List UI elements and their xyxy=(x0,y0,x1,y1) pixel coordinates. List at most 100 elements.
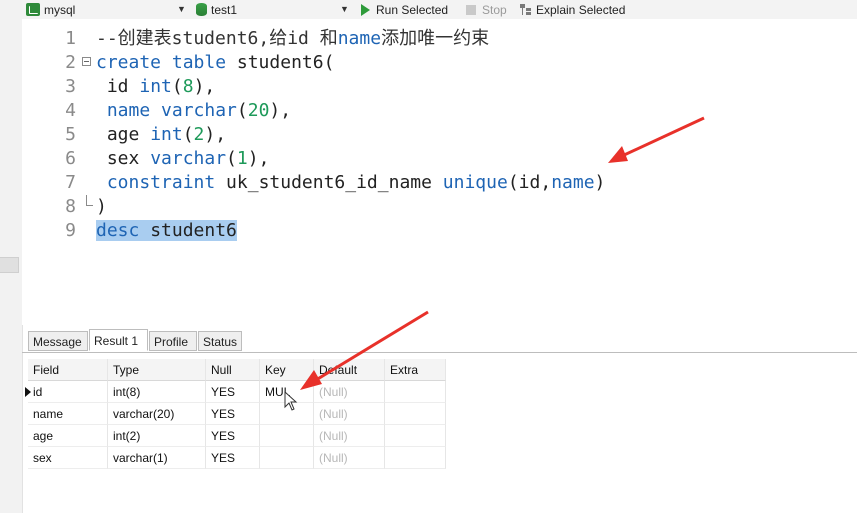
code-text: create table student6( xyxy=(96,51,334,75)
code-text: age int(2), xyxy=(96,123,226,147)
connection-icon xyxy=(26,3,40,16)
code-text: name varchar(20), xyxy=(96,99,291,123)
chevron-down-icon[interactable]: ▼ xyxy=(177,4,186,14)
code-token: name xyxy=(551,172,595,193)
table-cell[interactable] xyxy=(385,403,446,425)
fold-end-marker xyxy=(86,195,93,206)
code-token: sex xyxy=(96,148,151,169)
code-token: name varchar xyxy=(96,100,237,121)
table-cell[interactable]: YES xyxy=(206,381,260,403)
table-cell[interactable]: varchar(1) xyxy=(108,447,206,469)
annotation-arrow xyxy=(300,310,429,390)
table-cell[interactable]: YES xyxy=(206,403,260,425)
code-token: desc xyxy=(96,220,140,241)
column-header[interactable]: Null xyxy=(206,359,260,381)
code-token: int xyxy=(139,76,172,97)
code-token: id xyxy=(96,76,140,97)
sql-editor[interactable]: 1 --创建表student6,给id 和name添加唯一约束 2 create ta… xyxy=(22,19,857,325)
run-selected-button[interactable]: Run Selected xyxy=(361,1,448,18)
code-text: id int(8), xyxy=(96,75,215,99)
fold-toggle-icon[interactable] xyxy=(82,57,91,66)
table-cell[interactable]: age xyxy=(28,425,108,447)
line-number: 3 xyxy=(65,76,76,97)
code-token: --创建表student6,给id 和 xyxy=(96,28,338,49)
table-cell[interactable]: varchar(20) xyxy=(108,403,206,425)
table-cell[interactable] xyxy=(260,447,314,469)
tab-message[interactable]: Message xyxy=(28,331,88,351)
tab-result-1[interactable]: Result 1 xyxy=(89,329,148,351)
explain-selected-button[interactable]: Explain Selected xyxy=(520,1,625,18)
code-text: desc student6 xyxy=(96,219,237,243)
panel-splitter-handle[interactable] xyxy=(0,257,19,273)
table-cell[interactable]: sex xyxy=(28,447,108,469)
column-header[interactable]: Field xyxy=(28,359,108,381)
code-token: constraint xyxy=(96,172,216,193)
table-cell[interactable]: id xyxy=(28,381,108,403)
line-number: 7 xyxy=(65,172,76,193)
code-token: student6( xyxy=(226,52,335,73)
mouse-cursor-icon xyxy=(284,391,298,411)
table-cell[interactable]: (Null) xyxy=(314,425,385,447)
code-token: student6 xyxy=(139,220,237,241)
column-header[interactable]: Type xyxy=(108,359,206,381)
code-token: 8 xyxy=(182,76,194,97)
run-selected-label: Run Selected xyxy=(376,2,449,17)
tab-profile[interactable]: Profile xyxy=(149,331,197,351)
stop-icon xyxy=(466,4,476,15)
code-token: ), xyxy=(193,76,216,97)
chevron-down-icon[interactable]: ▼ xyxy=(340,4,349,14)
code-token: age xyxy=(96,124,151,145)
line-number: 1 xyxy=(65,28,76,49)
code-token: varchar xyxy=(150,148,227,169)
code-token: (id, xyxy=(507,172,552,193)
code-token: 20 xyxy=(247,100,270,121)
code-token: ( xyxy=(226,148,237,169)
code-token: uk_student6_id_name xyxy=(215,172,443,193)
connection-label: mysql xyxy=(44,2,76,17)
database-select[interactable]: test1 xyxy=(196,1,237,18)
code-token: ( xyxy=(182,124,194,145)
stop-label: Stop xyxy=(482,2,507,17)
table-cell[interactable]: YES xyxy=(206,447,260,469)
connection-select[interactable]: mysql xyxy=(26,1,75,18)
table-cell[interactable]: name xyxy=(28,403,108,425)
code-token: int xyxy=(150,124,183,145)
table-cell[interactable] xyxy=(260,425,314,447)
table-cell[interactable]: int(2) xyxy=(108,425,206,447)
code-token: ) xyxy=(96,196,107,217)
code-token: ) xyxy=(594,172,606,193)
code-token: ), xyxy=(269,100,292,121)
code-token: 2 xyxy=(193,124,205,145)
table-cell[interactable]: YES xyxy=(206,425,260,447)
code-text: sex varchar(1), xyxy=(96,147,270,171)
table-cell[interactable]: (Null) xyxy=(314,447,385,469)
annotation-arrow xyxy=(608,116,705,163)
line-number: 2 xyxy=(65,52,76,73)
line-number: 5 xyxy=(65,124,76,145)
tab-divider xyxy=(22,352,857,353)
database-label: test1 xyxy=(211,2,238,17)
code-token: name xyxy=(337,28,382,49)
table-cell[interactable] xyxy=(385,447,446,469)
code-text: constraint uk_student6_id_name unique(id… xyxy=(96,171,606,195)
current-row-pointer-icon xyxy=(25,387,31,397)
tab-status[interactable]: Status xyxy=(198,331,242,351)
code-text: --创建表student6,给id 和name添加唯一约束 xyxy=(96,27,489,51)
line-number: 8 xyxy=(65,196,76,217)
code-token: ( xyxy=(236,100,248,121)
table-cell[interactable] xyxy=(385,425,446,447)
code-token: ( xyxy=(171,76,183,97)
table-cell[interactable]: int(8) xyxy=(108,381,206,403)
code-token: ), xyxy=(204,124,227,145)
stop-button[interactable]: Stop xyxy=(466,1,507,18)
code-token: ), xyxy=(247,148,270,169)
code-token: 添加唯一约束 xyxy=(381,28,490,49)
line-number: 6 xyxy=(65,148,76,169)
play-icon xyxy=(361,3,370,16)
code-token: 1 xyxy=(236,148,248,169)
explain-icon xyxy=(520,3,532,16)
code-token: create table xyxy=(96,52,227,73)
query-toolbar: mysql ▼ test1 ▼ Run Selected Stop Explai… xyxy=(22,0,857,20)
database-icon xyxy=(196,3,207,16)
table-cell[interactable]: (Null) xyxy=(314,403,385,425)
